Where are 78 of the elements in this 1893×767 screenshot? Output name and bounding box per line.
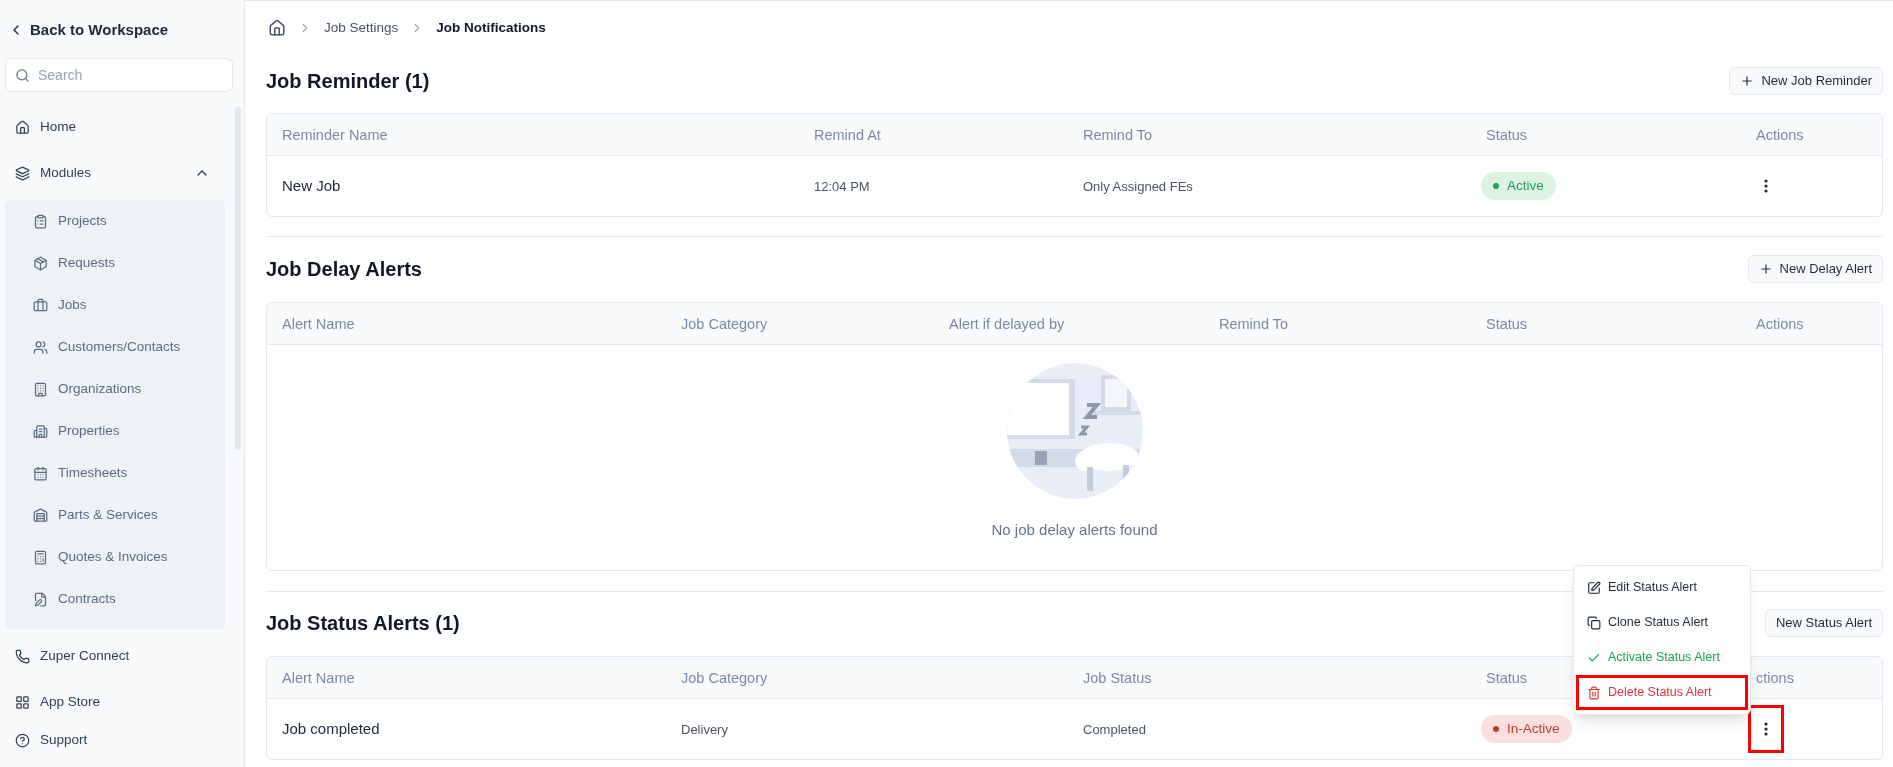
- copy-icon: [1587, 615, 1601, 630]
- layers-icon: [15, 165, 30, 181]
- nav-subitem[interactable]: Timesheets: [5, 452, 225, 494]
- nav-subitem[interactable]: Parts & Services: [5, 494, 225, 536]
- nav-item[interactable]: Zuper Connect: [0, 641, 244, 671]
- nav-item[interactable]: App Store: [0, 687, 244, 717]
- column-header: Alert Name: [282, 669, 355, 686]
- add-button[interactable]: New Status Alert: [1764, 609, 1883, 637]
- nav-subitem[interactable]: Contracts: [5, 578, 225, 620]
- column-header: Status: [1486, 315, 1528, 332]
- column-header: Reminder Name: [282, 126, 388, 143]
- people-icon: [33, 339, 48, 355]
- calendar-icon: [33, 465, 48, 481]
- plus-icon: [1740, 74, 1755, 88]
- search-field[interactable]: Search: [5, 58, 233, 92]
- column-header: Alert Name: [282, 315, 355, 332]
- kebab-icon: [1764, 722, 1768, 736]
- section-title: Job Status Alerts (1): [266, 611, 460, 636]
- table-cell: 12:04 PM: [814, 179, 870, 194]
- plus-icon: [1758, 262, 1773, 276]
- column-header: Alert if delayed by: [949, 315, 1065, 332]
- nav-subitem[interactable]: Quotes & Invoices: [5, 536, 225, 578]
- menu-item[interactable]: Delete Status Alert: [1576, 675, 1748, 710]
- status-badge: In-Active: [1481, 715, 1572, 743]
- column-header: Job Category: [681, 315, 768, 332]
- kebab-icon: [1764, 179, 1768, 193]
- warehouse-icon: [33, 507, 48, 523]
- package-icon: [33, 255, 48, 271]
- nav-subitem[interactable]: Organizations: [5, 368, 225, 410]
- column-header: Remind To: [1083, 126, 1153, 143]
- document-pen-icon: [33, 591, 48, 607]
- calculator-icon: [33, 549, 48, 565]
- column-header: Actions: [1756, 315, 1804, 332]
- table-cell: Completed: [1083, 722, 1146, 737]
- column-header: Actions: [1756, 126, 1804, 143]
- back-link[interactable]: Back to Workspace: [0, 18, 244, 42]
- phone-icon: [15, 648, 30, 664]
- nav-subitem[interactable]: Customers/Contacts: [5, 326, 225, 368]
- grid-icon: [15, 694, 30, 710]
- menu-item[interactable]: Clone Status Alert: [1576, 605, 1748, 640]
- nav-subitem[interactable]: Requests: [5, 242, 225, 284]
- column-header: Remind To: [1219, 315, 1289, 332]
- more-actions-button[interactable]: [1748, 705, 1784, 753]
- table-cell: Only Assigned FEs: [1083, 179, 1193, 194]
- trash-icon: [1587, 685, 1601, 700]
- briefcase-icon: [33, 297, 48, 313]
- column-header: Status: [1486, 126, 1528, 143]
- section-title: Job Delay Alerts: [266, 257, 422, 282]
- search-icon: [15, 68, 30, 83]
- empty-message: No job delay alerts found: [991, 520, 1158, 540]
- nav-subitem[interactable]: Jobs: [5, 284, 225, 326]
- nav-item[interactable]: Home: [0, 112, 244, 142]
- column-header: ctions: [1756, 669, 1794, 686]
- column-header: Remind At: [814, 126, 881, 143]
- nav-subitem[interactable]: Properties: [5, 410, 225, 452]
- table-cell: New Job: [282, 177, 341, 194]
- nav-subitem[interactable]: Projects: [5, 200, 225, 242]
- status-badge: Active: [1481, 172, 1556, 200]
- home-icon: [15, 119, 30, 135]
- column-header: Job Status: [1083, 669, 1152, 686]
- help-icon: [15, 732, 30, 748]
- buildings-icon: [33, 423, 48, 439]
- nav-item[interactable]: Support: [0, 725, 244, 755]
- add-button[interactable]: New Job Reminder: [1729, 67, 1883, 95]
- home-icon[interactable]: [268, 19, 286, 37]
- breadcrumb-link[interactable]: Job Settings: [324, 17, 399, 39]
- add-button[interactable]: New Delay Alert: [1747, 255, 1883, 283]
- clipboard-icon: [33, 213, 48, 229]
- menu-item[interactable]: Edit Status Alert: [1576, 570, 1748, 605]
- table-cell: Job completed: [282, 720, 380, 737]
- building-icon: [33, 381, 48, 397]
- section-title: Job Reminder (1): [266, 69, 430, 94]
- edit-icon: [1587, 580, 1601, 595]
- table-cell: Delivery: [681, 722, 728, 737]
- column-header: Status: [1486, 669, 1528, 686]
- column-header: Job Category: [681, 669, 768, 686]
- nav-group-header[interactable]: Modules: [0, 158, 244, 188]
- breadcrumb-link[interactable]: Job Notifications: [436, 17, 546, 39]
